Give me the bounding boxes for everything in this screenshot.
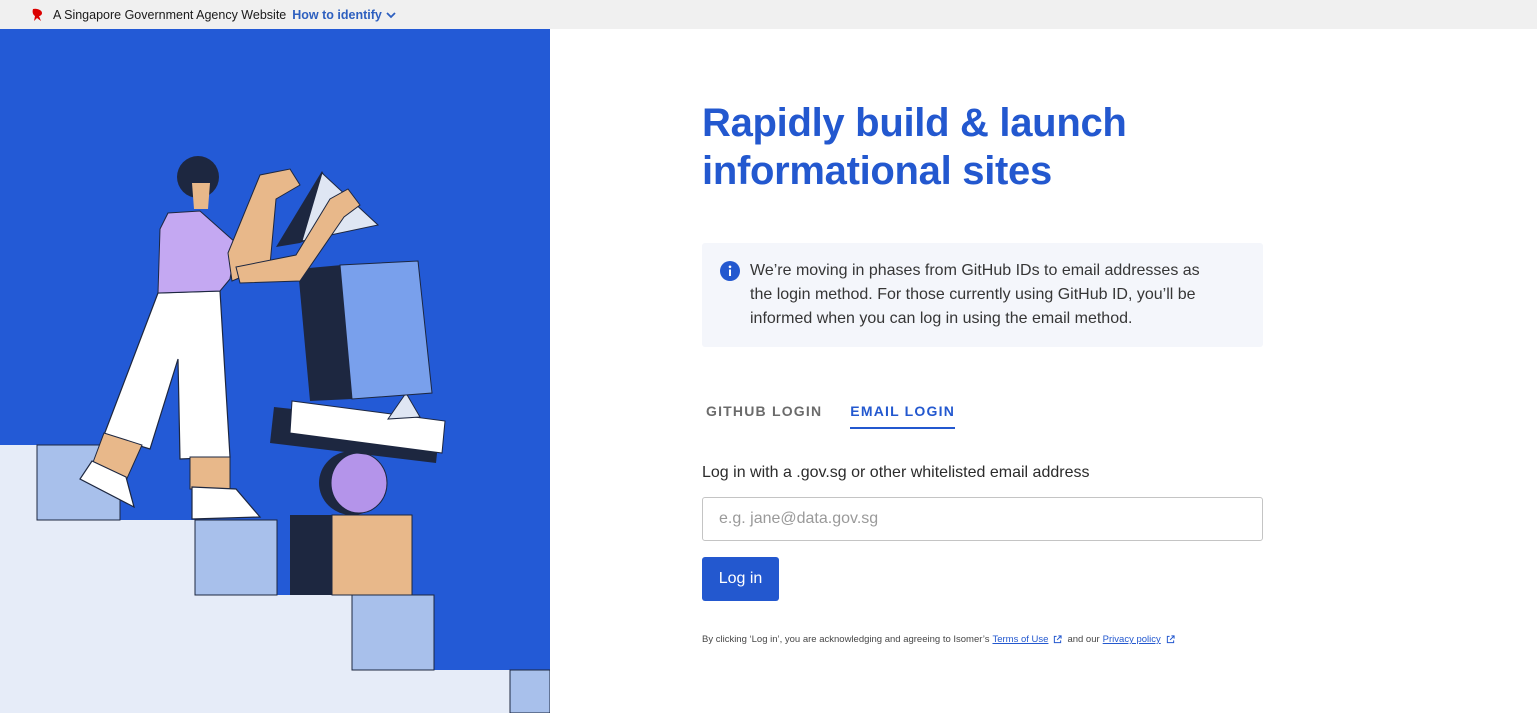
illustration-panel <box>0 29 550 713</box>
notice-box: We’re moving in phases from GitHub IDs t… <box>702 243 1263 347</box>
how-to-identify-label: How to identify <box>292 7 382 22</box>
info-icon <box>720 261 740 281</box>
login-tabs: GITHUB LOGIN EMAIL LOGIN <box>702 399 956 429</box>
notice-line-2: the login method. For those currently us… <box>750 286 1196 303</box>
gov-masthead: A Singapore Government Agency Website Ho… <box>0 0 1537 29</box>
external-link-icon <box>1054 635 1063 644</box>
tab-github-login[interactable]: GITHUB LOGIN <box>702 399 826 429</box>
terms-of-use-link[interactable]: Terms of Use <box>992 634 1048 645</box>
email-field-label: Log in with a .gov.sg or other whitelist… <box>702 464 1090 481</box>
chevron-down-icon <box>386 11 396 18</box>
disclaimer-middle: and our <box>1067 634 1100 645</box>
page-title: Rapidly build & launch informational sit… <box>702 99 1222 195</box>
login-button[interactable]: Log in <box>702 557 779 601</box>
terms-disclaimer: By clicking ‘Log in’, you are acknowledg… <box>702 634 1180 645</box>
disclaimer-prefix: By clicking ‘Log in’, you are acknowledg… <box>702 634 990 645</box>
privacy-policy-link[interactable]: Privacy policy <box>1103 634 1161 645</box>
singapore-lion-icon <box>30 7 46 23</box>
title-line-2: informational sites <box>702 149 1052 193</box>
title-line-1: Rapidly build & launch <box>702 101 1127 145</box>
notice-line-3: informed when you can log in using the e… <box>750 310 1133 327</box>
external-link-icon <box>1166 635 1175 644</box>
how-to-identify-link[interactable]: How to identify <box>292 8 396 22</box>
login-panel: Rapidly build & launch informational sit… <box>550 29 1537 713</box>
tab-email-login[interactable]: EMAIL LOGIN <box>850 399 956 429</box>
notice-line-1: We’re moving in phases from GitHub IDs t… <box>750 262 1200 279</box>
person-building-blocks-illustration <box>0 156 550 713</box>
agency-text: A Singapore Government Agency Website <box>53 7 287 22</box>
email-field[interactable] <box>702 497 1263 541</box>
